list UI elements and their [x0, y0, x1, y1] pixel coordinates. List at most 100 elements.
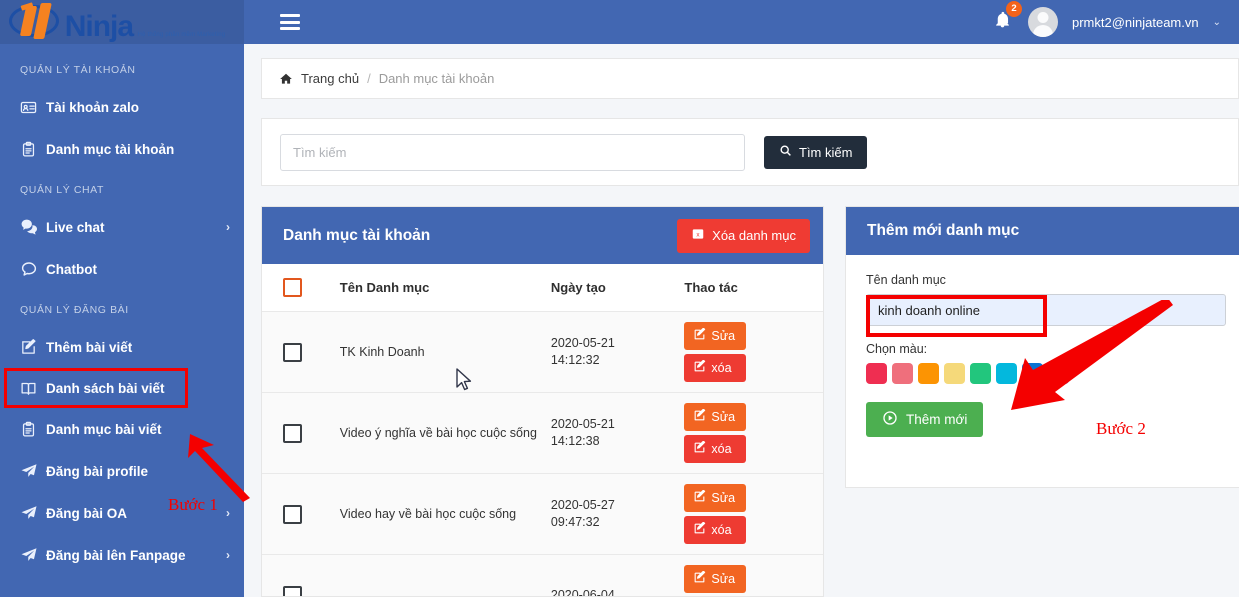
row-date: 2020-05-27 09:47:32 — [550, 473, 685, 555]
form-panel-title: Thêm mới danh mục — [867, 222, 1020, 239]
delete-button[interactable]: xóa — [684, 354, 747, 382]
add-new-category-button[interactable]: Thêm mới — [866, 402, 984, 437]
brand-tagline: Hệ thống phần mềm Marketing — [137, 32, 226, 38]
table-body: TK Kinh Doanh 2020-05-21 14:12:32 Sửa xóa Vid… — [262, 311, 823, 597]
paper-plane-icon — [20, 504, 46, 522]
color-swatch[interactable] — [996, 363, 1017, 384]
book-icon — [20, 380, 46, 397]
category-name-input[interactable] — [866, 294, 1226, 326]
color-swatch[interactable] — [944, 363, 965, 384]
edit-icon — [693, 521, 706, 538]
sidebar: Ninja Hệ thống phần mềm Marketing QUẢN L… — [0, 0, 244, 597]
sidebar-item-live-chat[interactable]: Live chat › — [0, 206, 244, 248]
notifications-button[interactable]: 2 — [991, 1, 1022, 36]
row-select-cell — [262, 473, 340, 555]
file-delete-icon: x — [691, 227, 705, 244]
color-swatch-list — [866, 363, 1232, 384]
sidebar-item-label: Đăng bài profile — [46, 463, 149, 479]
column-header: Tên Danh mục — [339, 264, 551, 312]
search-icon — [779, 144, 792, 160]
row-date-value: 2020-05-27 — [550, 498, 615, 512]
paper-plane-icon — [20, 546, 46, 564]
user-email: prmkt2@ninjateam.vn — [1071, 14, 1199, 30]
row-checkbox[interactable] — [283, 342, 302, 362]
sidebar-item-chatbot[interactable]: Chatbot — [0, 248, 244, 290]
bell-icon — [993, 11, 1012, 33]
row-checkbox[interactable] — [283, 504, 302, 524]
add-new-label: Thêm mới — [906, 412, 968, 427]
edit-button[interactable]: Sửa — [684, 322, 747, 350]
delete-button-label: xóa — [711, 523, 732, 537]
row-checkbox[interactable] — [283, 423, 302, 443]
color-picker-label: Chọn màu: — [866, 342, 928, 356]
play-circle-icon — [882, 410, 898, 429]
table-row: TK Kinh Doanh 2020-05-21 14:12:32 Sửa xóa — [262, 311, 823, 393]
sidebar-item-label: Đăng bài lên Fanpage — [46, 547, 186, 563]
list-panel-title: Danh mục tài khoản — [283, 226, 431, 244]
sidebar-item-label: Danh mục bài viết — [46, 421, 162, 437]
avatar[interactable] — [1027, 7, 1058, 37]
app-root: Ninja Hệ thống phần mềm Marketing QUẢN L… — [0, 0, 1239, 597]
edit-button[interactable]: Sửa — [684, 565, 747, 593]
color-swatch[interactable] — [918, 363, 939, 384]
row-actions: Sửa xóa — [684, 392, 823, 474]
chevron-right-icon[interactable]: › — [226, 506, 230, 520]
edit-button-label: Sửa — [711, 410, 736, 424]
sidebar-item-ng-b-i-profile[interactable]: Đăng bài profile — [0, 450, 244, 492]
column-header: Thao tác — [684, 264, 823, 312]
delete-button[interactable]: xóa — [684, 516, 747, 544]
row-actions: Sửaxóa — [684, 554, 823, 596]
brand-logo[interactable]: Ninja Hệ thống phần mềm Marketing — [0, 0, 244, 44]
row-date-value: 2020-05-21 — [550, 417, 615, 431]
sidebar-nav: QUẢN LÝ TÀI KHOẢN Tài khoản zalo Danh mục … — [0, 44, 244, 576]
search-input[interactable] — [280, 133, 745, 171]
color-swatch[interactable] — [892, 363, 913, 384]
select-all-checkbox[interactable] — [283, 278, 302, 297]
color-swatch[interactable] — [1022, 363, 1043, 384]
table-header-row: Tên Danh mục Ngày tạo Thao tác — [262, 264, 823, 312]
topbar: 2 prmkt2@ninjateam.vn ⌄ — [244, 0, 1239, 44]
chevron-right-icon[interactable]: › — [226, 548, 230, 562]
row-checkbox[interactable] — [283, 585, 302, 596]
edit-button[interactable]: Sửa — [684, 484, 747, 512]
sidebar-item-ng-b-i-l-n-fanpage[interactable]: Đăng bài lên Fanpage › — [0, 534, 244, 576]
edit-icon — [693, 489, 706, 506]
row-time-value: 09:47:32 — [550, 515, 600, 529]
hamburger-icon[interactable] — [280, 14, 300, 30]
delete-category-button[interactable]: x Xóa danh mục — [677, 218, 810, 253]
edit-icon — [693, 327, 706, 344]
breadcrumb-separator: / — [367, 71, 371, 86]
chevron-right-icon[interactable]: › — [226, 220, 230, 234]
search-button[interactable]: Tìm kiếm — [764, 135, 868, 169]
sidebar-item-danh-m-c-t-i-kho-n[interactable]: Danh mục tài khoản — [0, 128, 244, 170]
row-name: Video ý nghĩa về bài học cuộc sống — [339, 392, 551, 474]
table-row: 2020-06-04 Sửaxóa — [262, 554, 823, 597]
paper-plane-icon — [20, 462, 46, 480]
category-name-label: Tên danh mục — [866, 273, 946, 287]
delete-button[interactable]: xóa — [684, 435, 747, 463]
color-swatch[interactable] — [866, 363, 887, 384]
row-name — [339, 554, 551, 596]
edit-icon — [693, 440, 706, 457]
form-panel-header: Thêm mới danh mục — [846, 207, 1239, 255]
sidebar-item-ng-b-i-oa[interactable]: Đăng bài OA › — [0, 492, 244, 534]
edit-square-icon — [20, 338, 46, 356]
breadcrumb-root[interactable]: Trang chủ — [301, 71, 359, 86]
sidebar-item-danh-m-c-b-i-vi-t[interactable]: Danh mục bài viết — [0, 408, 244, 450]
row-time-value: 14:12:32 — [550, 353, 600, 367]
sidebar-item-th-m-b-i-vi-t[interactable]: Thêm bài viết — [0, 326, 244, 368]
color-swatch[interactable] — [970, 363, 991, 384]
row-date: 2020-06-04 — [550, 554, 685, 597]
sidebar-item-label: Danh sách bài viết — [46, 380, 165, 396]
color-swatch[interactable] — [1048, 363, 1069, 384]
home-icon[interactable] — [279, 72, 293, 86]
chevron-down-icon[interactable]: ⌄ — [1213, 17, 1221, 28]
sidebar-item-danh-s-ch-b-i-vi-t[interactable]: Danh sách bài viết — [4, 368, 188, 408]
row-select-cell — [262, 311, 340, 393]
sidebar-item-t-i-kho-n-zalo[interactable]: Tài khoản zalo — [0, 86, 244, 128]
edit-button[interactable]: Sửa — [684, 403, 747, 431]
id-card-icon — [20, 99, 46, 116]
chat-bubble-icon — [20, 260, 46, 278]
row-date-value: 2020-06-04 — [550, 587, 615, 597]
clipboard-icon — [20, 141, 46, 158]
